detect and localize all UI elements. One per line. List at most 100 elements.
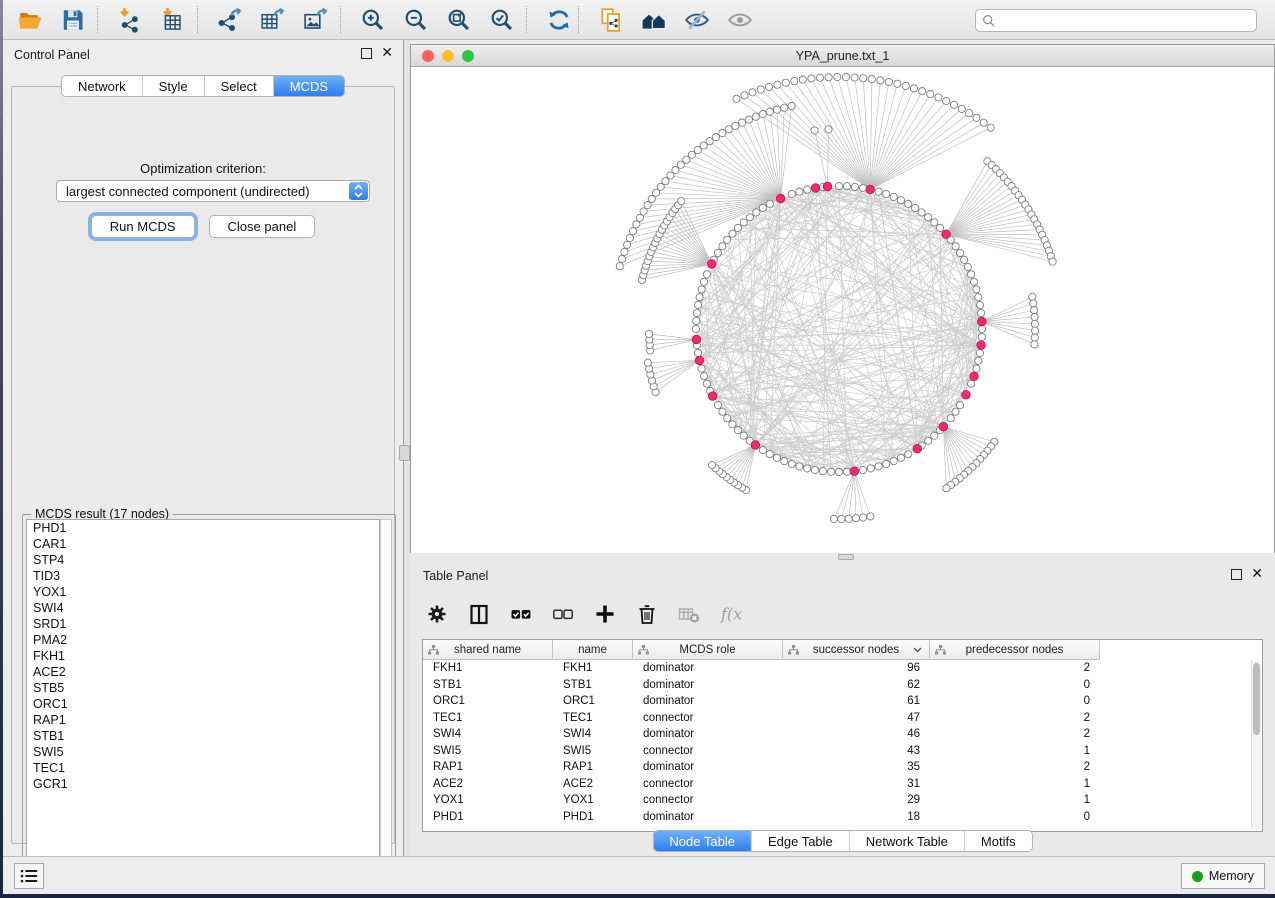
mcds-result-item[interactable]: ACE2	[27, 664, 379, 680]
select-all-button[interactable]	[506, 599, 536, 629]
cell-successor-nodes: 31	[783, 778, 930, 790]
table-scrollbar-thumb[interactable]	[1253, 663, 1260, 735]
tab-mcds[interactable]: MCDS	[274, 76, 344, 96]
main-toolbar	[3, 0, 1275, 40]
deselect-all-button[interactable]	[548, 599, 578, 629]
add-button[interactable]	[590, 599, 620, 629]
column-header-predecessor-nodes[interactable]: predecessor nodes	[930, 640, 1100, 660]
table-row[interactable]: FKH1FKH1dominator962	[423, 660, 1262, 677]
refresh-button[interactable]	[542, 5, 576, 35]
tab-style[interactable]: Style	[143, 76, 205, 96]
mcds-result-item[interactable]: SRD1	[27, 616, 379, 632]
mcds-result-list[interactable]: PHD1CAR1STP4TID3YOX1SWI4SRD1PMA2FKH1ACE2…	[26, 519, 380, 881]
table-row[interactable]: SWI5SWI5connector431	[423, 743, 1262, 760]
zoom-out-button[interactable]	[399, 5, 433, 35]
memory-button[interactable]: Memory	[1181, 863, 1265, 889]
cell-shared-name: PHD1	[423, 811, 553, 823]
import-table-button[interactable]	[156, 5, 190, 35]
mcds-result-item[interactable]: RAP1	[27, 712, 379, 728]
close-panel-icon[interactable]: ✕	[381, 48, 393, 59]
tab-network[interactable]: Network	[62, 76, 143, 96]
table-row[interactable]: SWI4SWI4dominator462	[423, 726, 1262, 743]
open-session-button[interactable]	[13, 5, 47, 35]
network-titlebar[interactable]: YPA_prune.txt_1	[411, 45, 1274, 67]
mcds-result-item[interactable]: STB5	[27, 680, 379, 696]
float-panel-icon[interactable]	[361, 48, 372, 59]
mcds-result-item[interactable]: FKH1	[27, 648, 379, 664]
mcds-result-item[interactable]: CAR1	[27, 536, 379, 552]
mcds-result-item[interactable]: PHD1	[27, 520, 379, 536]
add-icon	[594, 603, 616, 625]
gear-button[interactable]	[422, 599, 452, 629]
zoom-selected-button[interactable]	[485, 5, 519, 35]
share-document-button[interactable]	[594, 5, 628, 35]
table-tab-motifs[interactable]: Motifs	[965, 831, 1032, 851]
import-network-button[interactable]	[113, 5, 147, 35]
table-row[interactable]: RAP1RAP1dominator352	[423, 759, 1262, 776]
status-bar: Memory	[3, 856, 1275, 894]
columns-button[interactable]	[464, 599, 494, 629]
save-session-button[interactable]	[56, 5, 90, 35]
criterion-dropdown[interactable]: largest connected component (undirected)	[56, 180, 370, 202]
close-panel-button[interactable]: Close panel	[209, 215, 316, 238]
cell-predecessor-nodes: 1	[930, 745, 1100, 757]
network-view-window: YPA_prune.txt_1	[410, 44, 1275, 553]
network-canvas[interactable]	[411, 67, 1274, 553]
mcds-result-item[interactable]: STB1	[27, 728, 379, 744]
cell-successor-nodes: 47	[783, 712, 930, 724]
task-history-button[interactable]	[14, 863, 44, 889]
mcds-result-item[interactable]: YOX1	[27, 584, 379, 600]
export-image-button[interactable]	[299, 5, 333, 35]
tab-select[interactable]: Select	[205, 76, 274, 96]
delete-button[interactable]	[632, 599, 662, 629]
mcds-list-scrollbar[interactable]	[380, 519, 392, 881]
table-tab-edge-table[interactable]: Edge Table	[752, 831, 850, 851]
column-header-MCDS-role[interactable]: MCDS role	[633, 640, 783, 660]
cell-predecessor-nodes: 0	[930, 695, 1100, 707]
export-network-button[interactable]	[213, 5, 247, 35]
column-header-name[interactable]: name	[553, 640, 633, 660]
node-table: shared namenameMCDS rolesuccessor nodesp…	[422, 639, 1263, 832]
delete-table-button	[674, 599, 704, 629]
search-box[interactable]	[975, 9, 1257, 32]
search-input[interactable]	[1000, 12, 1256, 30]
vertical-splitter-grip[interactable]	[399, 445, 410, 461]
table-row[interactable]: ACE2ACE2connector311	[423, 776, 1262, 793]
table-row[interactable]: ORC1ORC1dominator610	[423, 693, 1262, 710]
column-type-icon	[935, 645, 946, 655]
table-tab-network-table[interactable]: Network Table	[850, 831, 965, 851]
column-header-shared-name[interactable]: shared name	[423, 640, 553, 660]
mcds-result-item[interactable]: TID3	[27, 568, 379, 584]
mcds-result-item[interactable]: PMA2	[27, 632, 379, 648]
mcds-result-item[interactable]: SWI4	[27, 600, 379, 616]
zoom-fit-button[interactable]	[442, 5, 476, 35]
run-mcds-button[interactable]: Run MCDS	[91, 215, 195, 238]
svg-text:f(x): f(x)	[720, 605, 742, 624]
mcds-result-item[interactable]: SWI5	[27, 744, 379, 760]
close-table-panel-icon[interactable]: ✕	[1251, 569, 1263, 580]
dropdown-stepper-icon	[349, 182, 368, 200]
mcds-result-item[interactable]: ORC1	[27, 696, 379, 712]
table-row[interactable]: PHD1PHD1dominator180	[423, 809, 1262, 826]
function-icon: f(x)	[720, 603, 742, 625]
vertical-splitter[interactable]	[403, 40, 410, 856]
table-tab-node-table[interactable]: Node Table	[653, 831, 752, 851]
houses-button[interactable]	[637, 5, 671, 35]
horizontal-splitter[interactable]	[410, 553, 1275, 560]
table-scrollbar[interactable]	[1251, 661, 1261, 829]
export-table-button[interactable]	[256, 5, 290, 35]
toolbar-separator	[578, 6, 579, 33]
mcds-result-item[interactable]: STP4	[27, 552, 379, 568]
zoom-in-button[interactable]	[356, 5, 390, 35]
memory-status-icon	[1192, 871, 1203, 882]
mcds-result-item[interactable]: GCR1	[27, 776, 379, 792]
mcds-result-item[interactable]: TEC1	[27, 760, 379, 776]
eye-button[interactable]	[723, 5, 757, 35]
column-header-successor-nodes[interactable]: successor nodes	[783, 640, 930, 660]
table-row[interactable]: STB1STB1dominator620	[423, 677, 1262, 694]
save-session-icon	[60, 7, 86, 33]
table-row[interactable]: TEC1TEC1connector472	[423, 710, 1262, 727]
float-table-panel-icon[interactable]	[1231, 569, 1242, 580]
table-row[interactable]: YOX1YOX1connector291	[423, 792, 1262, 809]
eye-slash-button[interactable]	[680, 5, 714, 35]
